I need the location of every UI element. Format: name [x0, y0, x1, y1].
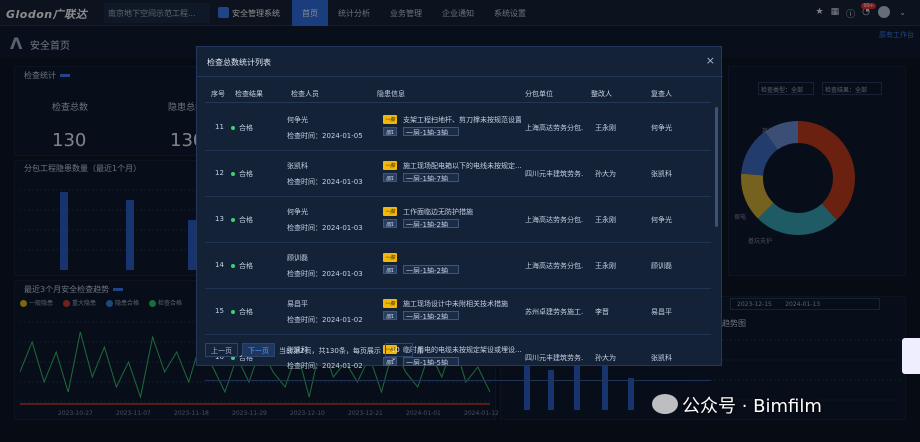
row-subcontractor: 苏州卓建劳务施工... — [525, 308, 583, 316]
row-person: 顾训磊 — [287, 254, 308, 262]
row-location: 一层-1轴-5轴 — [403, 357, 459, 366]
row-issue: 施工现场设计中未附相关技术措施 — [403, 300, 508, 308]
col-result: 检查结果 — [235, 90, 263, 98]
col-no: 序号 — [211, 90, 225, 98]
wechat-icon — [652, 394, 678, 414]
hazard-level-tag: 一般 — [383, 161, 398, 170]
row-rectifier: 王永刚 — [595, 262, 616, 270]
table-row[interactable]: 13 合格 何争光检查时间：2024-01-03 一般 工作面临边无防护措施 图1 一层-1… — [205, 197, 711, 243]
col-subcontractor: 分包单位 — [525, 90, 553, 98]
row-time: 检查时间：2024-01-03 — [287, 178, 363, 186]
prev-page-button[interactable]: 上一页 — [205, 343, 238, 357]
dialog-header: 检查总数统计列表 × — [197, 47, 723, 77]
row-location: 一层-1轴-3轴 — [403, 127, 459, 136]
table-row[interactable]: 14 合格 顾训磊检查时间：2024-01-03 一般图1 一层-1轴-2轴 上海高达劳务… — [205, 243, 711, 289]
image-count-tag: 图1 — [383, 265, 398, 274]
hazard-level-tag: 一般 — [383, 207, 398, 216]
per-page-select[interactable]: 10 ⌄ — [384, 343, 413, 362]
col-issue: 隐患信息 — [377, 90, 405, 98]
row-subcontractor: 上海高达劳务分包... — [525, 216, 583, 224]
row-time: 检查时间：2024-01-03 — [287, 270, 363, 278]
image-count-tag: 图1 — [383, 311, 398, 320]
row-location: 一层-1轴-7轴 — [403, 173, 459, 182]
row-no: 14 — [215, 261, 224, 269]
row-time: 检查时间：2024-01-05 — [287, 132, 363, 140]
row-reviewer: 易昌平 — [651, 308, 672, 316]
watermark: 公众号 · Bimfilm — [682, 396, 822, 417]
row-rectifier: 王永刚 — [595, 124, 616, 132]
col-rectifier: 整改人 — [591, 90, 612, 98]
table-header: 序号 检查结果 检查人员 隐患信息 分包单位 整改人 复查人 — [205, 83, 711, 103]
page-summary: 当前第2页，共130条，每页展示 — [279, 347, 381, 355]
row-result: 合格 — [231, 307, 253, 317]
col-reviewer: 复查人 — [651, 90, 672, 98]
image-count-tag: 图1 — [383, 127, 398, 136]
row-person: 何争光 — [287, 208, 308, 216]
row-no: 11 — [215, 123, 224, 131]
row-rectifier: 孙大为 — [595, 354, 616, 362]
pagination: 上一页 下一页 当前第2页，共130条，每页展示 10 ⌄ 条 — [205, 343, 424, 362]
row-time: 检查时间：2024-01-03 — [287, 224, 363, 232]
table-row[interactable]: 12 合格 张凯科检查时间：2024-01-03 一般 施工现场配电箱以下的电线未按规定… — [205, 151, 711, 197]
image-count-tag: 图1 — [383, 173, 398, 182]
row-result: 合格 — [231, 261, 253, 271]
dialog-title: 检查总数统计列表 — [207, 58, 271, 67]
row-no: 13 — [215, 215, 224, 223]
row-reviewer: 顾训磊 — [651, 262, 672, 270]
row-reviewer: 张凯科 — [651, 354, 672, 362]
row-location: 一层-1轴-2轴 — [403, 265, 459, 274]
next-page-button[interactable]: 下一页 — [242, 343, 275, 357]
col-inspector: 检查人员 — [291, 90, 319, 98]
row-rectifier: 李晋 — [595, 308, 609, 316]
table-row[interactable]: 11 合格 何争光检查时间：2024-01-05 一般 支架工程扫地杆、剪刀撑未按规范设… — [205, 105, 711, 151]
row-reviewer: 何争光 — [651, 216, 672, 224]
row-no: 12 — [215, 169, 224, 177]
row-subcontractor: 上海高达劳务分包... — [525, 124, 583, 132]
row-reviewer: 何争光 — [651, 124, 672, 132]
row-subcontractor: 四川元丰建筑劳务... — [525, 354, 583, 362]
table-row[interactable]: 16 合格 张凯科 检查时间：2024-01-02 一般 临时用电的电缆未按规定架设或埋设… — [205, 335, 711, 381]
side-helper-tab[interactable] — [902, 338, 920, 374]
hazard-level-tag: 一般 — [383, 115, 398, 124]
row-no: 15 — [215, 307, 224, 315]
row-rectifier: 王永刚 — [595, 216, 616, 224]
row-location: 一层-1轴-2轴 — [403, 311, 459, 320]
row-issue: 施工现场配电箱以下的电线未按规定... — [403, 162, 521, 170]
row-location: 一层-1轴-2轴 — [403, 219, 459, 228]
row-time: 检查时间：2024-01-02 — [287, 316, 363, 324]
hazard-level-tag: 一般 — [383, 299, 398, 308]
row-issue: 工作面临边无防护措施 — [403, 208, 473, 216]
image-count-tag: 图1 — [383, 219, 398, 228]
row-subcontractor: 四川元丰建筑劳务... — [525, 170, 583, 178]
row-result: 合格 — [231, 169, 253, 179]
per-page-unit: 条 — [416, 347, 424, 355]
hazard-level-tag: 一般 — [383, 253, 398, 262]
row-result: 合格 — [231, 215, 253, 225]
inspection-list-dialog: 检查总数统计列表 × 序号 检查结果 检查人员 隐患信息 分包单位 整改人 复查… — [196, 46, 723, 381]
row-result: 合格 — [231, 123, 253, 133]
row-person: 何争光 — [287, 116, 308, 124]
table-row[interactable]: 15 合格 易昌平检查时间：2024-01-02 一般 施工现场设计中未附相关技术措施图… — [205, 289, 711, 335]
row-person: 易昌平 — [287, 300, 308, 308]
row-reviewer: 张凯科 — [651, 170, 672, 178]
row-rectifier: 孙大为 — [595, 170, 616, 178]
close-icon[interactable]: × — [706, 54, 715, 67]
scrollbar[interactable] — [715, 107, 718, 227]
row-issue: 支架工程扫地杆、剪刀撑未按规范设置 — [403, 116, 521, 124]
row-subcontractor: 上海高达劳务分包... — [525, 262, 583, 270]
row-time: 检查时间：2024-01-02 — [287, 362, 363, 370]
row-person: 张凯科 — [287, 162, 308, 170]
